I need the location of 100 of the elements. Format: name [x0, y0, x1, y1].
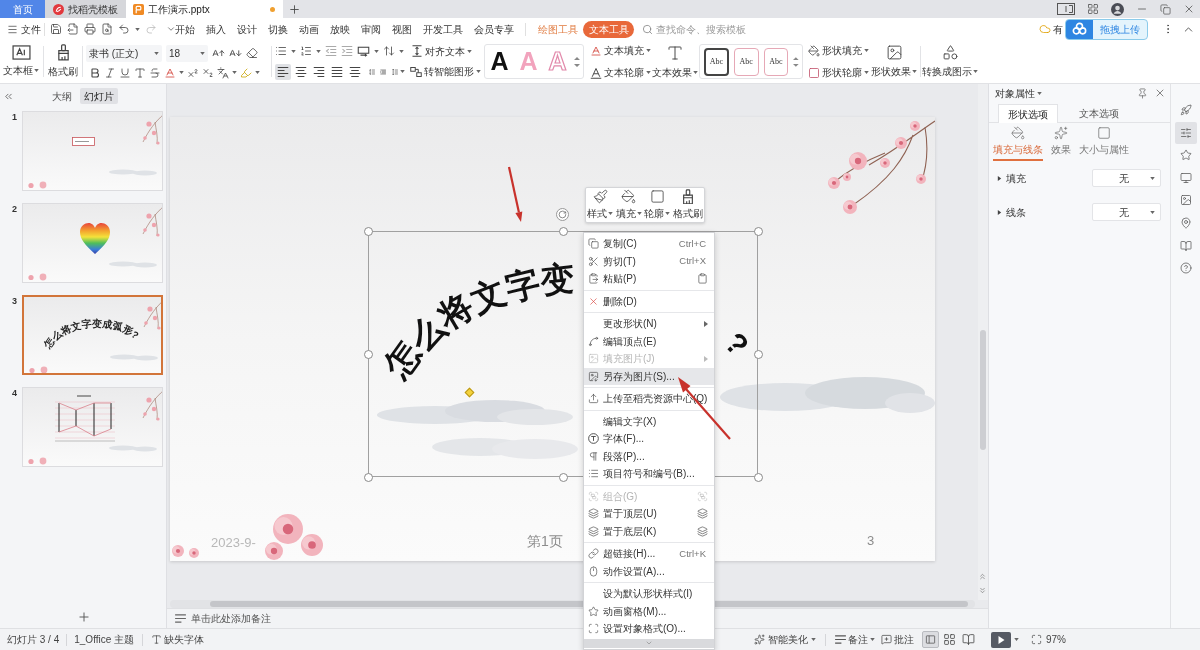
sort-icon[interactable]	[383, 45, 395, 57]
indent-decrease-icon[interactable]	[325, 45, 337, 57]
next-slide-icon[interactable]	[978, 586, 987, 595]
indent-increase-icon[interactable]	[341, 45, 353, 57]
menu-item[interactable]: 删除(D)	[584, 292, 714, 310]
fit-icon[interactable]	[1031, 634, 1042, 645]
menu-item[interactable]: 超链接(H)... Ctrl+K	[584, 545, 714, 563]
align-left-icon[interactable]	[275, 63, 291, 80]
restore-icon[interactable]	[1160, 3, 1171, 15]
bold-icon[interactable]	[89, 66, 101, 79]
menu-item[interactable]: 复制(C) Ctrl+C	[584, 235, 714, 253]
section-toggle[interactable]: 线条	[997, 204, 1026, 220]
menu-item[interactable]: 编辑顶点(E)	[584, 332, 714, 350]
rotate-handle-icon[interactable]	[556, 208, 569, 221]
font-color-icon[interactable]	[164, 66, 176, 79]
search-field[interactable]: 查找命令、搜索模板	[642, 20, 752, 38]
font-name-select[interactable]: 隶书 (正文)	[86, 44, 162, 62]
ribbon-tab[interactable]: 切换	[262, 20, 293, 38]
menu-item[interactable]: 剪切(T) Ctrl+X	[584, 252, 714, 270]
caret-icon[interactable]	[179, 71, 184, 74]
chevron-down-icon[interactable]	[166, 24, 176, 34]
shape-style[interactable]: Abc	[733, 47, 759, 76]
new-tab-icon[interactable]	[288, 2, 301, 16]
cloud-icon[interactable]	[1039, 23, 1051, 35]
upload-button[interactable]: 拖拽上传	[1065, 18, 1148, 40]
sliders-icon[interactable]	[1174, 121, 1197, 144]
panel-subtab[interactable]: 大小与属性	[1079, 126, 1129, 161]
missing-fonts-button[interactable]: 缺失字体	[151, 632, 205, 647]
underline-icon[interactable]	[119, 66, 131, 79]
resize-handle[interactable]	[754, 227, 763, 236]
text-outline-button[interactable]: 文本轮廓	[590, 65, 651, 80]
italic-icon[interactable]	[104, 66, 116, 79]
vertical-scrollbar[interactable]	[978, 84, 988, 600]
panel-tab[interactable]: 形状选项	[998, 104, 1058, 123]
caret-icon[interactable]	[255, 71, 260, 74]
undo-icon[interactable]	[118, 23, 130, 35]
menu-item[interactable]: 动作设置(A)...	[584, 562, 714, 580]
menu-item[interactable]: 段落(P)...	[584, 447, 714, 465]
previous-slide-icon[interactable]	[978, 572, 987, 581]
caret-icon[interactable]	[374, 49, 379, 53]
file-search-icon[interactable]	[101, 23, 113, 35]
font-size-select[interactable]: 18	[166, 44, 208, 62]
menu-item[interactable]: 另存为图片(S)...	[584, 367, 714, 385]
resize-handle[interactable]	[754, 350, 763, 359]
pin-icon[interactable]	[1137, 87, 1148, 99]
caret-icon[interactable]	[135, 27, 140, 31]
toolbar-button[interactable]: 样式	[587, 189, 614, 221]
format-painter-button[interactable]: 格式刷	[47, 40, 79, 83]
comments-button[interactable]: 批注	[881, 632, 914, 647]
panel-tab[interactable]: 文本选项	[1070, 104, 1128, 123]
resize-handle[interactable]	[364, 350, 373, 359]
caret-icon[interactable]	[232, 71, 237, 74]
text-box-button[interactable]: 文本框	[2, 40, 40, 83]
file-menu[interactable]: 文件	[0, 18, 44, 40]
menu-item[interactable]: 项目符号和编号(B)...	[584, 465, 714, 483]
resize-handle[interactable]	[364, 473, 373, 482]
toolbar-button[interactable]: 填充	[615, 189, 642, 221]
resize-handle[interactable]	[559, 227, 568, 236]
ribbon-tab[interactable]: 开发工具	[417, 20, 468, 38]
ribbon-tab[interactable]: 放映	[324, 20, 355, 38]
add-slide-icon[interactable]	[77, 610, 91, 624]
menu-item[interactable]: 粘贴(P)	[584, 270, 714, 288]
file-export-icon[interactable]	[67, 23, 79, 35]
play-icon[interactable]	[991, 631, 1011, 648]
resize-handle[interactable]	[754, 473, 763, 482]
adjust-handle[interactable]	[464, 387, 475, 398]
smart-graphic-button[interactable]: 转智能图形	[410, 64, 481, 79]
normal-view-icon[interactable]	[922, 631, 939, 648]
language-icon[interactable]	[217, 66, 229, 79]
panel-subtab[interactable]: 效果	[1051, 126, 1071, 161]
panel-tab[interactable]: 大纲	[48, 88, 76, 104]
ribbon-tab[interactable]: 视图	[386, 20, 417, 38]
text-fill-button[interactable]: 文本填充	[590, 43, 651, 58]
text-effects-button[interactable]: 文本效果	[654, 40, 696, 83]
section-toggle[interactable]: 填充	[997, 170, 1026, 186]
ribbon-tab[interactable]: 开始	[169, 20, 200, 38]
value-dropdown[interactable]: 无	[1092, 203, 1161, 221]
caret-icon[interactable]	[1014, 638, 1019, 641]
reading-view-icon[interactable]	[960, 631, 977, 648]
grid-icon[interactable]	[1087, 3, 1099, 15]
panel-tab[interactable]: 幻灯片	[80, 88, 118, 104]
bullet-list-icon[interactable]	[275, 45, 287, 57]
shape-outline-button[interactable]: 形状轮廓	[808, 65, 869, 80]
menu-item[interactable]: 更改形状(N)	[584, 315, 714, 333]
scrollbar-thumb[interactable]	[980, 330, 986, 450]
beautify-button[interactable]: 智能美化	[754, 632, 816, 647]
shape-fill-button[interactable]: 形状填充	[808, 43, 869, 58]
home-tab[interactable]: 首页	[0, 0, 45, 18]
type-icon[interactable]	[134, 66, 146, 79]
menu-item[interactable]: 置于顶层(U)	[584, 505, 714, 523]
subscript-icon[interactable]	[202, 66, 214, 79]
resize-handle[interactable]	[364, 227, 373, 236]
tab[interactable]: 找稻壳模板	[45, 0, 126, 18]
slide-thumbnail[interactable]	[22, 203, 163, 283]
caret-icon[interactable]	[400, 70, 405, 73]
eraser-icon[interactable]	[246, 47, 258, 59]
strikethrough-icon[interactable]	[149, 66, 161, 79]
shape-effects-button[interactable]: 形状效果	[871, 40, 917, 83]
close-icon[interactable]	[1183, 3, 1195, 15]
ribbon-tab[interactable]: 动画	[293, 20, 324, 38]
